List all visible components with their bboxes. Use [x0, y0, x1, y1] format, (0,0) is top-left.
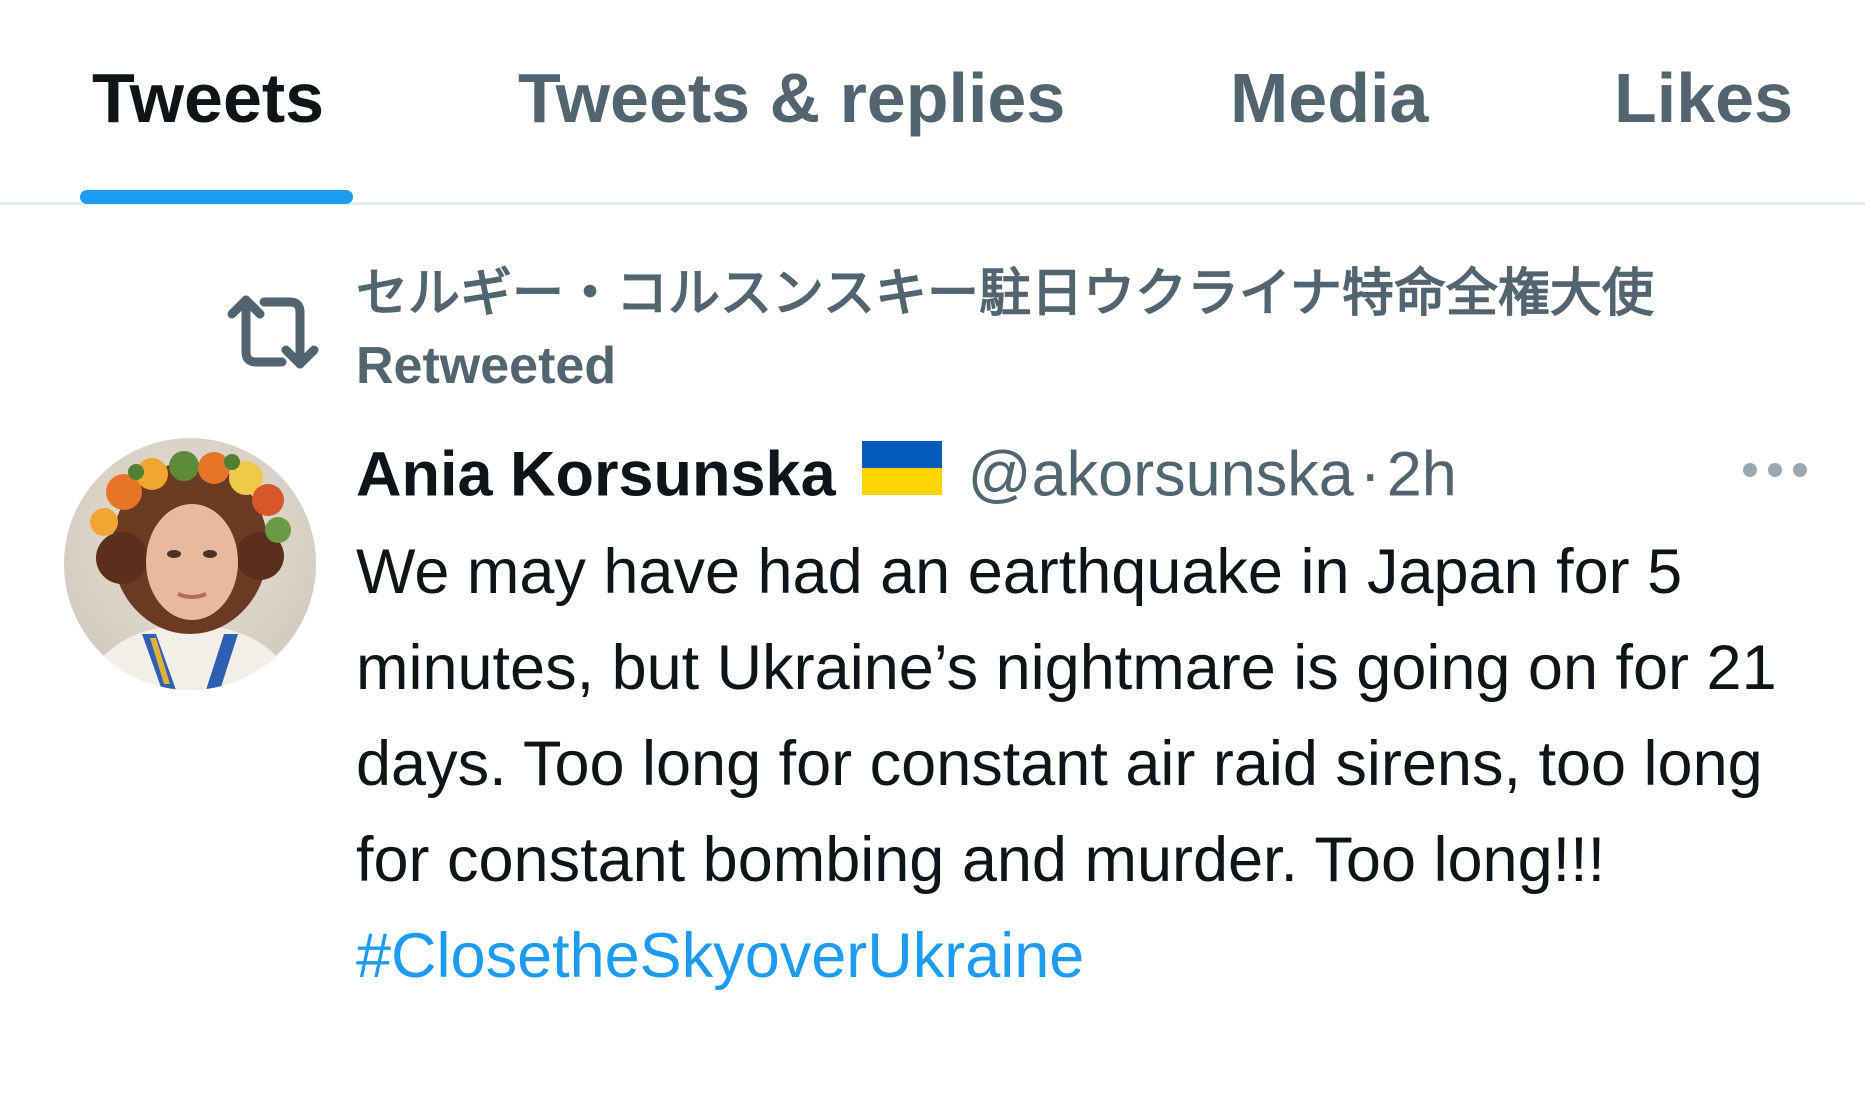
tweet-timestamp[interactable]: 2h [1387, 439, 1457, 509]
author-handle[interactable]: @akorsunska [968, 439, 1354, 509]
author-name[interactable]: Ania Korsunska [356, 439, 836, 509]
tweet-header: Ania Korsunska @akorsunska·2h [356, 430, 1457, 510]
tab-tweets[interactable]: Tweets [92, 58, 324, 138]
more-horizontal-icon[interactable] [1740, 458, 1810, 482]
avatar-image [64, 438, 316, 690]
profile-timeline: Tweets Tweets & replies Media Likes セルギー… [0, 0, 1865, 1108]
tweet-text-container: We may have had an earthquake in Japan f… [356, 524, 1836, 1004]
tweet-text: We may have had an earthquake in Japan f… [356, 537, 1777, 895]
tab-media[interactable]: Media [1230, 58, 1428, 138]
tab-likes[interactable]: Likes [1614, 58, 1793, 138]
active-tab-indicator [80, 190, 353, 204]
meta-separator: · [1359, 439, 1381, 510]
retweet-context-text[interactable]: セルギー・コルスンスキー駐日ウクライナ特命全権大使 Retweeted [356, 258, 1816, 402]
tab-tweets-and-replies[interactable]: Tweets & replies [518, 58, 1065, 138]
ukraine-flag-icon [861, 434, 942, 514]
hashtag-link[interactable]: #ClosetheSkyoverUkraine [356, 908, 1836, 1004]
author-avatar[interactable] [64, 438, 316, 690]
retweet-icon [227, 295, 319, 369]
profile-tab-bar: Tweets Tweets & replies Media Likes [0, 0, 1865, 205]
